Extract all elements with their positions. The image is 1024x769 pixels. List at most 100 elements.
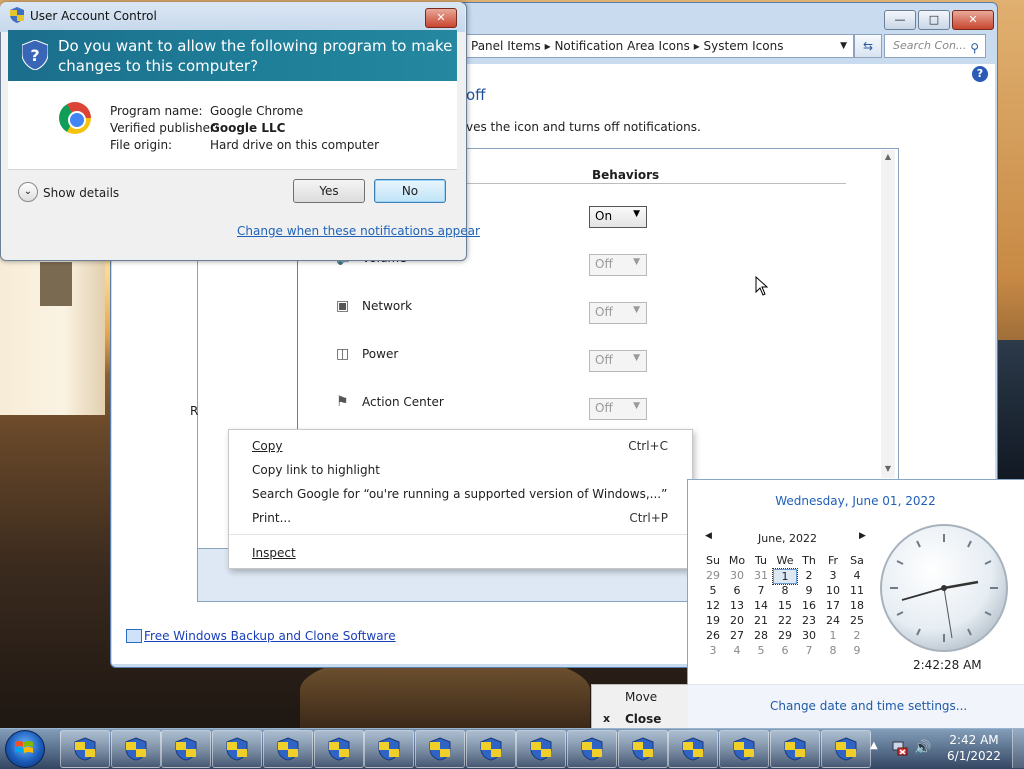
close-icon[interactable]: ✕ — [425, 8, 457, 28]
calendar-day[interactable]: 19 — [701, 614, 725, 627]
scroll-down-icon[interactable]: ▼ — [881, 462, 895, 476]
volume-icon[interactable]: 🔊 — [914, 740, 931, 756]
show-hidden-icons-icon[interactable]: ▲ — [870, 740, 878, 751]
taskbar-button[interactable] — [161, 730, 212, 768]
menu-item-copy[interactable]: Copy — [252, 439, 282, 453]
prev-month-icon[interactable]: ◀ — [705, 531, 712, 541]
minimize-button[interactable]: — — [884, 10, 916, 30]
menu-item-close[interactable]: Close — [625, 712, 661, 726]
calendar-day[interactable]: 28 — [749, 629, 773, 642]
behavior-dropdown-power[interactable]: Off ▼ — [589, 350, 647, 372]
calendar-day[interactable]: 6 — [725, 584, 749, 597]
calendar-day[interactable]: 17 — [821, 599, 845, 612]
calendar-day[interactable]: 22 — [773, 614, 797, 627]
calendar-month[interactable]: June, 2022 — [758, 532, 817, 545]
calendar-day[interactable]: 29 — [773, 629, 797, 642]
calendar-day[interactable]: 21 — [749, 614, 773, 627]
calendar-day[interactable]: 31 — [749, 569, 773, 582]
behavior-dropdown-action-center[interactable]: Off ▼ — [589, 398, 647, 420]
taskbar-button[interactable] — [617, 730, 668, 768]
menu-item-search-google[interactable]: Search Google for “ou're running a suppo… — [252, 487, 667, 501]
calendar-day[interactable]: 29 — [701, 569, 725, 582]
calendar-day[interactable]: 18 — [845, 599, 869, 612]
breadcrumb-item[interactable]: Panel Items — [471, 39, 541, 53]
date-time-settings-link[interactable]: Change date and time settings... — [770, 699, 967, 713]
taskbar-clock-time[interactable]: 2:42 AM — [946, 733, 1002, 747]
taskbar-button[interactable] — [668, 730, 719, 768]
calendar-day[interactable]: 10 — [821, 584, 845, 597]
calendar-day[interactable]: 9 — [845, 644, 869, 657]
calendar-day[interactable]: 5 — [749, 644, 773, 657]
taskbar-button[interactable] — [414, 730, 465, 768]
calendar-day[interactable]: 20 — [725, 614, 749, 627]
calendar-day[interactable]: 1 — [772, 568, 798, 585]
calendar-day[interactable]: 24 — [821, 614, 845, 627]
taskbar-button[interactable] — [465, 730, 516, 768]
chevron-down-icon[interactable]: ⌄ — [18, 182, 38, 202]
taskbar-button[interactable] — [110, 730, 161, 768]
refresh-icon[interactable]: ⇆ — [854, 34, 882, 58]
menu-item-inspect[interactable]: Inspect — [252, 546, 296, 560]
breadcrumb-item[interactable]: System Icons — [704, 39, 784, 53]
calendar-day[interactable]: 30 — [797, 629, 821, 642]
search-icon[interactable]: ⚲ — [970, 37, 979, 59]
search-input[interactable]: Search Con... ⚲ — [884, 34, 986, 58]
behavior-dropdown-clock[interactable]: On ▼ — [589, 206, 647, 228]
calendar-day[interactable]: 11 — [845, 584, 869, 597]
taskbar-button[interactable] — [719, 730, 770, 768]
long-date[interactable]: Wednesday, June 01, 2022 — [687, 494, 1024, 508]
calendar-day[interactable]: 2 — [845, 629, 869, 642]
close-button[interactable]: ✕ — [952, 10, 994, 30]
taskbar-button[interactable] — [262, 730, 313, 768]
no-button[interactable]: No — [374, 179, 446, 203]
yes-button[interactable]: Yes — [293, 179, 365, 203]
vertical-scrollbar[interactable] — [881, 150, 895, 478]
taskbar-button[interactable] — [820, 730, 871, 768]
taskbar-button[interactable] — [212, 730, 263, 768]
calendar-day[interactable]: 30 — [725, 569, 749, 582]
address-dropdown-icon[interactable]: ▼ — [840, 35, 847, 57]
calendar-day[interactable]: 3 — [821, 569, 845, 582]
calendar-day[interactable]: 8 — [821, 644, 845, 657]
calendar-day[interactable]: 15 — [773, 599, 797, 612]
behavior-dropdown-network[interactable]: Off ▼ — [589, 302, 647, 324]
calendar-day[interactable]: 4 — [845, 569, 869, 582]
calendar-day[interactable]: 12 — [701, 599, 725, 612]
menu-item-copy-link[interactable]: Copy link to highlight — [252, 463, 380, 477]
maximize-button[interactable]: □ — [918, 10, 950, 30]
calendar-day[interactable]: 16 — [797, 599, 821, 612]
calendar-day[interactable]: 27 — [725, 629, 749, 642]
breadcrumb-item[interactable]: Notification Area Icons — [554, 39, 689, 53]
notification-settings-link[interactable]: Change when these notifications appear — [237, 224, 480, 238]
network-warning-icon[interactable] — [892, 740, 908, 756]
show-details-button[interactable]: Show details — [43, 186, 119, 200]
backup-link[interactable]: Free Windows Backup and Clone Software — [144, 629, 396, 643]
taskbar-button[interactable] — [516, 730, 567, 768]
calendar-day[interactable]: 6 — [773, 644, 797, 657]
calendar-day[interactable]: 7 — [797, 644, 821, 657]
calendar-day[interactable]: 9 — [797, 584, 821, 597]
calendar-day[interactable]: 14 — [749, 599, 773, 612]
calendar-day[interactable]: 23 — [797, 614, 821, 627]
help-icon[interactable]: ? — [972, 66, 988, 82]
behavior-dropdown-volume[interactable]: Off ▼ — [589, 254, 647, 276]
taskbar-button[interactable] — [567, 730, 617, 768]
taskbar-button[interactable] — [769, 730, 820, 768]
calendar-day[interactable]: 8 — [773, 584, 797, 597]
calendar-day[interactable]: 7 — [749, 584, 773, 597]
calendar-day[interactable]: 1 — [821, 629, 845, 642]
taskbar-button[interactable] — [364, 730, 415, 768]
calendar-day[interactable]: 5 — [701, 584, 725, 597]
next-month-icon[interactable]: ▶ — [859, 531, 866, 541]
show-desktop-button[interactable] — [1012, 729, 1024, 768]
taskbar-button[interactable] — [313, 730, 364, 768]
taskbar-clock-date[interactable]: 6/1/2022 — [946, 749, 1002, 763]
calendar-day[interactable]: 26 — [701, 629, 725, 642]
menu-item-print[interactable]: Print... — [252, 511, 291, 525]
calendar-day[interactable]: 25 — [845, 614, 869, 627]
calendar-day[interactable]: 4 — [725, 644, 749, 657]
calendar-day[interactable]: 13 — [725, 599, 749, 612]
calendar-day[interactable]: 3 — [701, 644, 725, 657]
scroll-up-icon[interactable]: ▲ — [881, 150, 895, 164]
taskbar-button[interactable] — [60, 730, 110, 768]
